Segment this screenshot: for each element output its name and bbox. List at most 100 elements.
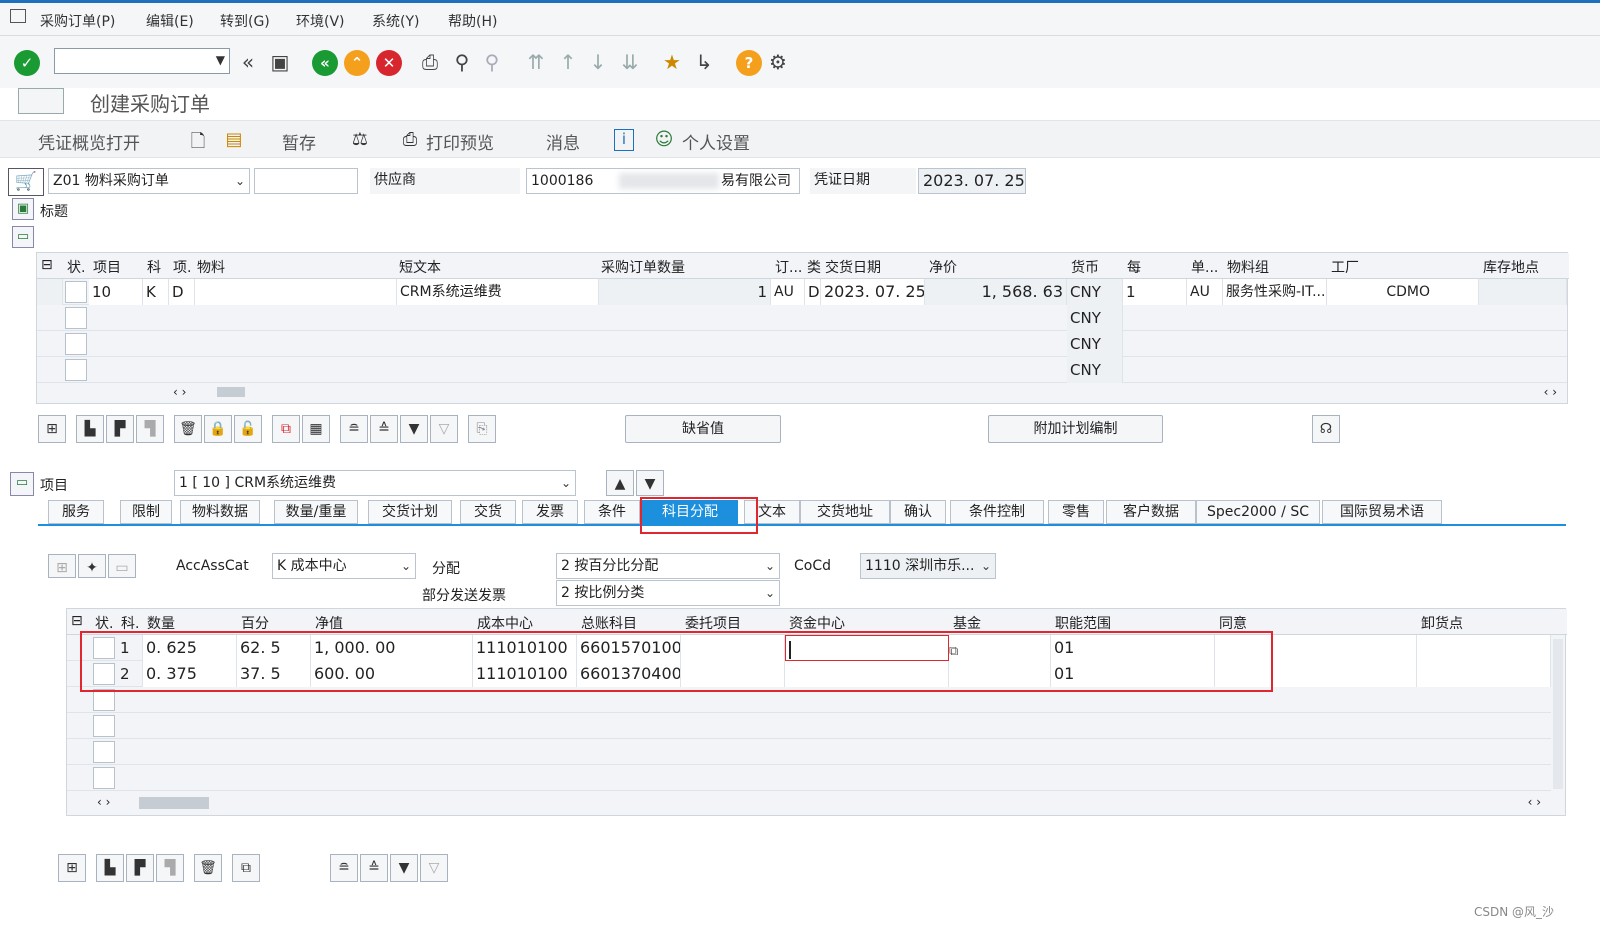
next-page-icon[interactable]: ↓ bbox=[586, 50, 610, 74]
personal-settings-icon[interactable]: ☺ bbox=[654, 129, 674, 151]
open-document-icon[interactable]: ▤ bbox=[224, 129, 244, 151]
settings-icon[interactable]: ⚙ bbox=[766, 50, 790, 74]
tab-customer-data[interactable]: 客户数据 bbox=[1106, 500, 1196, 524]
new-document-icon[interactable]: 🗋 bbox=[188, 129, 208, 152]
save-icon[interactable]: ▣ bbox=[268, 50, 292, 74]
help-icon[interactable]: ? bbox=[736, 50, 762, 76]
filter-icon[interactable]: ▼ bbox=[400, 415, 428, 443]
cell-material[interactable] bbox=[195, 279, 397, 305]
table-row[interactable]: CNY bbox=[37, 357, 1567, 383]
additional-planning-button[interactable]: 附加计划编制 bbox=[988, 415, 1163, 443]
cell-acct[interactable]: K bbox=[143, 279, 169, 305]
table-settings-icon[interactable]: ⊟ bbox=[71, 613, 83, 629]
check-icon[interactable]: ✓ bbox=[14, 50, 40, 76]
cell-unloading-point[interactable] bbox=[1417, 635, 1551, 661]
next-item-icon[interactable]: ▼ bbox=[636, 470, 664, 496]
horizontal-scrollbar[interactable] bbox=[139, 797, 209, 809]
messages-button[interactable]: 消息 bbox=[546, 129, 580, 154]
cocd-select[interactable]: 1110 深圳市乐... ⌄ bbox=[860, 553, 996, 579]
menu-system[interactable]: 系统(Y) bbox=[372, 11, 419, 31]
prev-item-icon[interactable]: ▲ bbox=[606, 470, 634, 496]
tab-invoice[interactable]: 发票 bbox=[522, 500, 578, 524]
cell-unit[interactable]: AU bbox=[1187, 279, 1223, 305]
cell-storage[interactable] bbox=[1479, 279, 1567, 305]
doc-date-input[interactable]: 2023. 07. 25 bbox=[918, 168, 1026, 194]
tab-conditions[interactable]: 条件 bbox=[584, 500, 640, 524]
prev-page-icon[interactable]: ↑ bbox=[556, 50, 580, 74]
chevron-down-icon[interactable]: ▼ bbox=[216, 53, 225, 67]
partial-invoice-select[interactable]: 2 按比例分类 ⌄ bbox=[556, 580, 780, 606]
collapse-item-detail-icon[interactable]: ▭ bbox=[10, 472, 34, 496]
copy-icon[interactable]: ⧉ bbox=[272, 415, 300, 443]
sort-asc-icon[interactable]: ≘ bbox=[330, 854, 358, 882]
tab-quantity-weight[interactable]: 数量/重量 bbox=[274, 500, 358, 524]
row-selector[interactable] bbox=[37, 279, 63, 305]
scroll-left-icon[interactable]: ‹ › bbox=[97, 795, 110, 809]
filter-clear-icon[interactable]: ▽ bbox=[420, 854, 448, 882]
tab-delivery-address[interactable]: 交货地址 bbox=[800, 500, 890, 524]
unlock-icon[interactable]: 🔓 bbox=[234, 415, 262, 443]
first-page-icon[interactable]: ⇈ bbox=[524, 50, 548, 74]
table-row[interactable] bbox=[67, 739, 1551, 765]
acc-ass-cat-select[interactable]: K 成本中心 ⌄ bbox=[272, 553, 416, 579]
wand-icon[interactable]: ✦ bbox=[78, 554, 106, 578]
scroll-left-icon[interactable]: ‹ › bbox=[173, 385, 186, 399]
scroll-right-icon[interactable]: ‹ › bbox=[1528, 795, 1541, 809]
chevron-down-icon[interactable]: ⌄ bbox=[561, 471, 571, 495]
cell-plant[interactable]: CDMO bbox=[1327, 279, 1479, 305]
select-all-icon[interactable]: ▙ bbox=[76, 415, 104, 443]
distribution-select[interactable]: 2 按百分比分配 ⌄ bbox=[556, 553, 780, 579]
attachment-icon[interactable]: ⎘ bbox=[468, 415, 496, 443]
cell-short-text[interactable]: CRM系统运维费 bbox=[397, 279, 599, 305]
chevron-down-icon[interactable]: ⌄ bbox=[765, 554, 775, 578]
cell-currency[interactable]: CNY bbox=[1067, 331, 1123, 357]
cell-net-price[interactable]: 1, 568. 63 bbox=[925, 279, 1067, 305]
status-checkbox[interactable] bbox=[65, 333, 87, 355]
cancel-icon[interactable]: ✕ bbox=[376, 50, 402, 76]
status-checkbox[interactable] bbox=[93, 689, 115, 711]
status-checkbox[interactable] bbox=[93, 741, 115, 763]
multiple-acct-icon[interactable]: ▭ bbox=[108, 554, 136, 578]
back-icon[interactable]: « bbox=[236, 50, 260, 74]
item-selector-select[interactable]: 1 [ 10 ] CRM系统运维费 ⌄ bbox=[174, 470, 576, 496]
status-checkbox[interactable] bbox=[65, 307, 87, 329]
select-block-icon[interactable]: ▜ bbox=[156, 854, 184, 882]
collapse-items-icon[interactable]: ▭ bbox=[12, 226, 34, 248]
cell-delivery[interactable]: 2023. 07. 25 bbox=[821, 279, 925, 305]
table-row[interactable]: CNY bbox=[37, 305, 1567, 331]
cell-uom[interactable]: AU bbox=[771, 279, 805, 305]
last-page-icon[interactable]: ⇊ bbox=[618, 50, 642, 74]
table-row[interactable] bbox=[67, 713, 1551, 739]
expand-header-icon[interactable]: ▣ bbox=[12, 198, 34, 220]
deselect-all-icon[interactable]: ▛ bbox=[106, 415, 134, 443]
horizontal-scrollbar[interactable] bbox=[217, 387, 245, 397]
filter-icon[interactable]: ▼ bbox=[390, 854, 418, 882]
find-icon[interactable]: ⚲ bbox=[450, 50, 474, 74]
sort-desc-icon[interactable]: ≙ bbox=[370, 415, 398, 443]
menu-goto[interactable]: 转到(G) bbox=[220, 11, 270, 31]
lock-icon[interactable]: 🔒 bbox=[204, 415, 232, 443]
tab-condition-control[interactable]: 条件控制 bbox=[950, 500, 1044, 524]
chevron-down-icon[interactable]: ⌄ bbox=[981, 554, 991, 578]
acct-details-icon[interactable]: ⊞ bbox=[48, 554, 76, 578]
details-icon[interactable]: ⊞ bbox=[38, 415, 66, 443]
chevron-down-icon[interactable]: ⌄ bbox=[765, 581, 775, 605]
vendor-input[interactable]: 1000186 易有限公司 bbox=[526, 168, 800, 194]
status-checkbox[interactable] bbox=[93, 715, 115, 737]
vertical-scrollbar[interactable] bbox=[1553, 639, 1563, 789]
table-row[interactable]: 10 K D CRM系统运维费 1 AU D 2023. 07. 25 1, 5… bbox=[37, 279, 1567, 305]
cell-currency[interactable]: CNY bbox=[1067, 357, 1123, 383]
screen-menu-button[interactable] bbox=[18, 88, 64, 114]
tab-delivery-schedule[interactable]: 交货计划 bbox=[368, 500, 452, 524]
details-icon[interactable]: ⊞ bbox=[58, 854, 86, 882]
tab-service[interactable]: 服务 bbox=[48, 500, 104, 524]
headset-icon[interactable]: ☊ bbox=[1312, 415, 1340, 443]
tab-confirmations[interactable]: 确认 bbox=[890, 500, 946, 524]
cell-cat[interactable]: D bbox=[805, 279, 821, 305]
status-checkbox[interactable] bbox=[93, 767, 115, 789]
shortcut-icon[interactable]: ↳ bbox=[692, 50, 716, 74]
cell-mat-group[interactable]: 服务性采购-IT... bbox=[1223, 279, 1327, 305]
table-row[interactable] bbox=[67, 765, 1551, 791]
print-preview-button[interactable]: 打印预览 bbox=[426, 129, 494, 154]
print-preview-icon[interactable]: ⎙ bbox=[400, 129, 420, 151]
